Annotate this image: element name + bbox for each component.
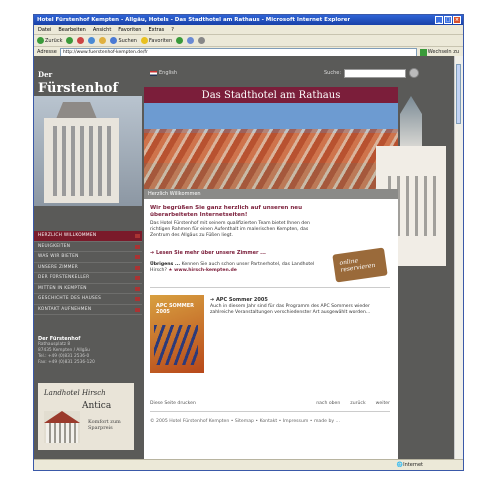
main-nav: HERZLICH WILLKOMMEN NEUIGKEITEN WAS WIR …: [34, 231, 142, 315]
refresh-icon[interactable]: [88, 37, 96, 44]
logo-name: Fürstenhof: [38, 81, 119, 96]
back-arrow-icon: [37, 37, 44, 44]
intro-text: Das Hotel Fürstenhof mit seinem qualifiz…: [150, 221, 310, 238]
language-switch[interactable]: English: [150, 70, 177, 76]
print-link[interactable]: Diese Seite drucken: [150, 401, 196, 406]
favorites-button[interactable]: Favoriten: [140, 37, 172, 44]
site-search-input[interactable]: [344, 68, 407, 78]
media-icon[interactable]: [176, 37, 184, 44]
nav-item-news[interactable]: NEUIGKEITEN: [34, 242, 142, 252]
apc-title[interactable]: ➔ APC Sommer 2005: [210, 297, 268, 303]
next-link[interactable]: weiter: [376, 401, 390, 406]
close-button[interactable]: ×: [453, 16, 461, 24]
page-viewport: Der Fürstenhof HERZLICH WILLKOMMEN NEUIG…: [34, 56, 457, 461]
forward-arrow-icon[interactable]: [66, 37, 74, 44]
go-arrow-icon: [419, 48, 427, 56]
nav-item-offer[interactable]: WAS WIR BIETEN: [34, 252, 142, 263]
menu-tools[interactable]: Extras: [148, 27, 164, 33]
hirsch-link[interactable]: ★ www.hirsch-kempten.de: [168, 268, 237, 273]
online-booking-suitcase[interactable]: online reservieren: [332, 241, 394, 283]
apc-poster[interactable]: APC SOMMER 2005: [150, 295, 204, 373]
browser-window: Hotel Fürstenhof Kempten - Allgäu, Hotel…: [33, 14, 464, 471]
status-zone: Internet: [403, 462, 423, 468]
copyright: © 2005 Hotel Fürstenhof Kempten • Sitema…: [150, 419, 340, 424]
minimize-button[interactable]: _: [435, 16, 443, 24]
toolbar: Zurück Suchen Favoriten: [34, 35, 463, 47]
arrow-icon: [135, 265, 140, 270]
section-header: Herzlich Willkommen: [144, 189, 398, 199]
antica-ad[interactable]: Landhotel Hirsch Antica Komfort zum Spar…: [38, 383, 134, 450]
menu-view[interactable]: Ansicht: [93, 27, 111, 33]
nav-item-contact[interactable]: KONTAKT AUFNEHMEN: [34, 305, 142, 315]
arrow-icon: [135, 244, 140, 249]
arrow-icon: [135, 255, 140, 259]
hotel-photo: [34, 96, 142, 206]
menu-favorites[interactable]: Favoriten: [118, 27, 141, 33]
maximize-button[interactable]: □: [444, 16, 452, 24]
website: Der Fürstenhof HERZLICH WILLKOMMEN NEUIG…: [34, 56, 457, 461]
back-link[interactable]: zurück: [350, 401, 365, 406]
arrow-icon: [135, 234, 140, 238]
site-logo[interactable]: Der Fürstenhof: [38, 70, 118, 96]
partner-text: Übrigens ... Kennen Sie auch schon unser…: [150, 262, 315, 273]
scrollbar-thumb[interactable]: [456, 64, 461, 124]
banner-title: Das Stadthotel am Rathaus: [144, 87, 398, 103]
arrow-icon: [135, 297, 140, 301]
status-bar: 🌐 Internet: [34, 459, 463, 470]
left-column: Der Fürstenhof HERZLICH WILLKOMMEN NEUIG…: [34, 56, 142, 461]
welcome-headline: Wir begrüßen Sie ganz herzlich auf unser…: [150, 205, 303, 218]
contact-block: Der Fürstenhof Rathausplatz 8 87435 Kemp…: [38, 336, 95, 366]
divider: [150, 287, 390, 288]
footer-nav: Diese Seite drucken nach oben zurück wei…: [150, 401, 390, 406]
rooms-link[interactable]: ➔ Lesen Sie mehr über unsere Zimmer ...: [150, 250, 266, 256]
arrow-icon: [135, 276, 140, 280]
apc-text: Auch in diesem Jahr sind für das Program…: [210, 304, 371, 315]
stop-icon[interactable]: [77, 37, 85, 44]
logo-der: Der: [38, 70, 53, 79]
antica-title: Antica: [82, 401, 112, 411]
window-title: Hotel Fürstenhof Kempten - Allgäu, Hotel…: [37, 17, 351, 23]
vertical-scrollbar[interactable]: [454, 56, 463, 461]
footer-divider: [150, 411, 390, 412]
arrow-icon: [135, 286, 140, 291]
top-link[interactable]: nach oben: [316, 401, 340, 406]
antica-slogan: Komfort zum Sparpreis: [88, 419, 121, 431]
menu-help[interactable]: ?: [171, 27, 174, 33]
print-icon[interactable]: [198, 37, 206, 44]
star-icon: [140, 37, 148, 44]
search-submit-icon[interactable]: [409, 68, 420, 78]
menu-edit[interactable]: Bearbeiten: [58, 27, 85, 33]
nav-item-welcome[interactable]: HERZLICH WILLKOMMEN: [34, 231, 142, 242]
mail-icon[interactable]: [187, 37, 195, 44]
search-label: Suche:: [324, 70, 342, 76]
nav-item-history[interactable]: GESCHICHTE DES HAUSES: [34, 294, 142, 305]
nav-item-kempten[interactable]: MITTEN IN KEMPTEN: [34, 284, 142, 294]
apc-poster-text: APC SOMMER 2005: [156, 303, 195, 315]
arrow-icon: [135, 307, 140, 312]
back-button[interactable]: Zurück: [37, 37, 62, 44]
contact-fax: Fax: +49 (0)831 2536-120: [38, 360, 95, 365]
menu-file[interactable]: Datei: [38, 27, 51, 33]
menu-bar: Datei Bearbeiten Ansicht Favoriten Extra…: [34, 25, 463, 35]
address-label: Adresse: [37, 49, 57, 55]
search-button[interactable]: Suchen: [110, 37, 137, 44]
go-button[interactable]: Wechseln zu: [419, 48, 463, 56]
title-bar: Hotel Fürstenhof Kempten - Allgäu, Hotel…: [34, 15, 463, 25]
antica-hotel-name: Landhotel Hirsch: [44, 389, 106, 397]
search-icon: [110, 37, 118, 44]
uk-flag-icon: [150, 70, 157, 76]
home-icon[interactable]: [99, 37, 107, 44]
nav-item-cellar[interactable]: DER FÜRSTENKELLER: [34, 273, 142, 284]
city-panorama-photo: [144, 103, 398, 189]
nav-item-rooms[interactable]: UNSERE ZIMMER: [34, 263, 142, 273]
suitcase-label: online reservieren: [339, 257, 376, 274]
main-content: Herzlich Willkommen Wir begrüßen Sie gan…: [144, 189, 398, 461]
site-search: Suche:: [324, 68, 420, 78]
